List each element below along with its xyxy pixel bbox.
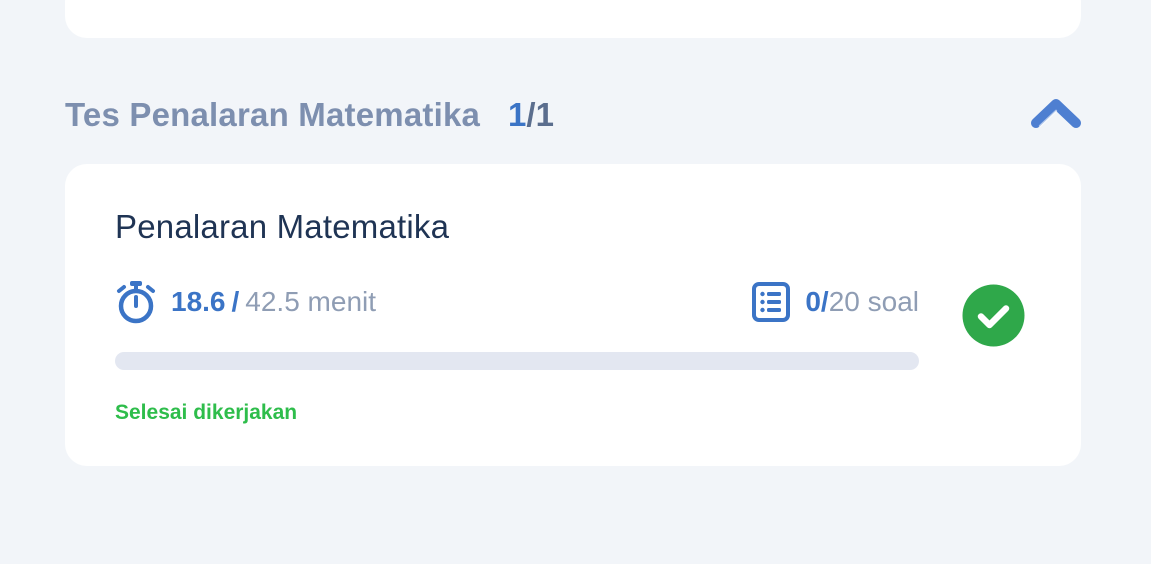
progress-bar bbox=[115, 352, 919, 370]
section-count-total: /1 bbox=[526, 96, 554, 133]
status-label: Selesai dikerjakan bbox=[115, 401, 298, 424]
time-total: 42.5 menit bbox=[245, 286, 377, 317]
section-count-current: 1 bbox=[508, 96, 527, 133]
time-used: 18.6 bbox=[171, 286, 226, 317]
chevron-up-icon[interactable] bbox=[1031, 96, 1081, 134]
page: Tes Penalaran Matematika 1/1 Penalaran M… bbox=[0, 0, 1151, 564]
section-header[interactable]: Tes Penalaran Matematika 1/1 bbox=[65, 90, 1081, 140]
section-title: Tes Penalaran Matematika bbox=[65, 96, 481, 133]
questions-done: 0 bbox=[805, 286, 821, 317]
previous-section-card bbox=[65, 0, 1081, 38]
questions-stat: 0/20 soal bbox=[751, 280, 919, 324]
questions-separator: / bbox=[820, 286, 829, 317]
check-circle-icon bbox=[962, 284, 1025, 347]
questions-total: 20 soal bbox=[828, 286, 919, 317]
list-document-icon bbox=[751, 281, 791, 323]
time-stat: 18.6 / 42.5 menit bbox=[115, 280, 376, 324]
subtest-card[interactable]: Penalaran Matematika 18.6 / 42.5 menit 0… bbox=[65, 164, 1081, 466]
subtest-title: Penalaran Matematika bbox=[115, 208, 450, 245]
stopwatch-icon bbox=[115, 280, 157, 324]
time-separator: / bbox=[231, 286, 240, 317]
section-progress-count: 1/1 bbox=[508, 96, 554, 134]
